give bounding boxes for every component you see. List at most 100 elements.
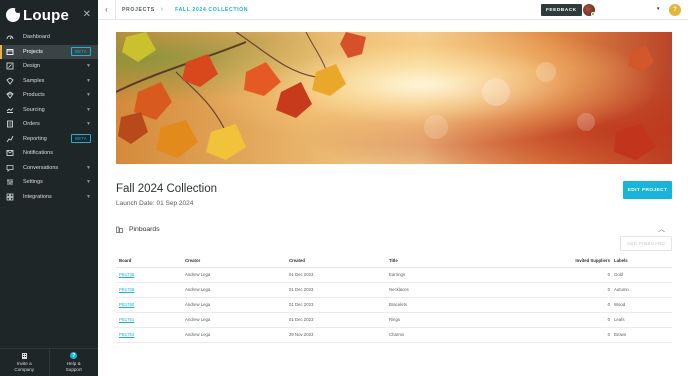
- sidebar-item-label: Reporting: [23, 135, 47, 142]
- labels-cell: Wood: [614, 297, 672, 313]
- caret-down-icon[interactable]: ▼: [656, 6, 660, 11]
- column-header-labels[interactable]: Labels: [614, 255, 672, 268]
- sidebar-item-products[interactable]: Products ▼: [0, 88, 98, 103]
- invited-suppliers-cell: 0: [504, 312, 614, 328]
- created-cell: 01 Dec 2023: [289, 297, 389, 313]
- table-header-row: Board Creator Created Title Invited Supp…: [116, 255, 672, 268]
- sidebar-item-label: Settings: [23, 179, 43, 186]
- sidebar-item-samples[interactable]: Samples ▼: [0, 74, 98, 89]
- feedback-button[interactable]: FEEDBACK: [541, 4, 582, 16]
- sidebar-item-label: Orders: [23, 121, 40, 128]
- invited-suppliers-cell: 0: [504, 297, 614, 313]
- breadcrumb-current: FALL 2024 COLLECTION: [175, 6, 249, 13]
- sidebar-item-integrations[interactable]: Integrations ▼: [0, 190, 98, 205]
- board-id[interactable]: PB1754: [116, 327, 185, 343]
- back-chevron-icon[interactable]: ‹: [98, 0, 116, 20]
- sidebar-item-projects[interactable]: Projects BETA: [0, 44, 98, 59]
- creator-cell: Andrew Lega: [185, 312, 289, 328]
- edit-project-button[interactable]: EDIT PROJECT: [623, 181, 672, 199]
- sidebar-item-label: Conversations: [23, 164, 59, 171]
- products-icon: [6, 91, 14, 99]
- add-pinboard-button[interactable]: ADD PINBOARD: [620, 236, 672, 251]
- sidebar-item-orders[interactable]: Orders ▼: [0, 117, 98, 132]
- breadcrumb-separator-icon: ›: [160, 6, 164, 13]
- board-id[interactable]: PB1761: [116, 312, 185, 328]
- creator-cell: Andrew Lega: [185, 282, 289, 298]
- chevron-up-icon[interactable]: ︿: [658, 224, 665, 234]
- invite-company-button[interactable]: Invite a Company: [0, 349, 49, 376]
- beta-badge: BETA: [71, 47, 91, 57]
- notifications-icon: [6, 149, 14, 157]
- orders-icon: [6, 120, 14, 128]
- sidebar-item-settings[interactable]: Settings ▼: [0, 175, 98, 190]
- title-cell: Bracelets: [389, 297, 504, 313]
- pinboards-table: Board Creator Created Title Invited Supp…: [116, 255, 672, 343]
- help-icon: ?: [70, 352, 78, 360]
- sidebar-item-notifications[interactable]: Notifications: [0, 146, 98, 161]
- sidebar-item-label: Projects: [23, 48, 43, 55]
- beta-badge: BETA: [71, 134, 91, 144]
- projects-icon: [6, 48, 14, 56]
- sourcing-icon: [6, 106, 14, 114]
- sidebar-item-design[interactable]: Design ▼: [0, 59, 98, 74]
- pinboards-header[interactable]: Pinboards: [116, 226, 160, 233]
- board-link[interactable]: PB1761: [119, 317, 134, 322]
- project-banner-image: [116, 32, 672, 164]
- design-icon: [6, 62, 14, 70]
- table-row[interactable]: PB1754 Andrew Lega 29 Nov 2023 Charms 0 …: [116, 327, 672, 343]
- labels-cell: Gold: [614, 267, 672, 283]
- sidebar-item-label: Sourcing: [23, 106, 45, 113]
- created-cell: 29 Nov 2023: [289, 327, 389, 343]
- chevron-down-icon: ▼: [86, 193, 91, 200]
- board-id[interactable]: PB1738: [116, 267, 185, 283]
- help-support-button[interactable]: ? Help & Support: [48, 349, 99, 376]
- column-header-invited-suppliers[interactable]: Invited Suppliers: [504, 255, 614, 268]
- board-link[interactable]: PB1754: [119, 332, 134, 337]
- title-cell: Earrings: [389, 267, 504, 283]
- invited-suppliers-cell: 0: [504, 282, 614, 298]
- chevron-down-icon: ▼: [86, 92, 91, 99]
- board-id[interactable]: PB1758: [116, 282, 185, 298]
- chevron-down-icon: ▼: [86, 77, 91, 84]
- sidebar-item-label: Products: [23, 92, 45, 99]
- chevron-down-icon: ▼: [86, 63, 91, 70]
- sidebar-item-label: Dashboard: [23, 34, 50, 41]
- close-icon[interactable]: ✕: [83, 9, 91, 20]
- table-row[interactable]: PB1761 Andrew Lega 01 Dec 2023 Rings 0 L…: [116, 312, 672, 328]
- sidebar-item-conversations[interactable]: Conversations ▼: [0, 161, 98, 176]
- column-header-created[interactable]: Created: [289, 255, 389, 268]
- sidebar-item-label: Design: [23, 63, 41, 70]
- creator-cell: Andrew Lega: [185, 327, 289, 343]
- column-header-title[interactable]: Title: [389, 255, 504, 268]
- sidebar-item-label: Samples: [23, 77, 45, 84]
- pinboards-title: Pinboards: [129, 226, 160, 233]
- sidebar-item-sourcing[interactable]: Sourcing ▼: [0, 103, 98, 118]
- creator-cell: Andrew Lega: [185, 297, 289, 313]
- chevron-down-icon: ▼: [86, 106, 91, 113]
- board-link[interactable]: PB1758: [119, 287, 134, 292]
- board-link[interactable]: PB1738: [119, 272, 134, 277]
- created-cell: 01 Dec 2023: [289, 267, 389, 283]
- user-menu-button[interactable]: ?: [669, 4, 681, 16]
- topbar: ‹ PROJECTS › FALL 2024 COLLECTION FEEDBA…: [98, 0, 688, 20]
- column-header-board[interactable]: Board: [116, 255, 185, 268]
- sidebar-item-dashboard[interactable]: Dashboard: [0, 30, 98, 45]
- title-cell: Charms: [389, 327, 504, 343]
- table-row[interactable]: PB1738 Andrew Lega 01 Dec 2023 Earrings …: [116, 267, 672, 283]
- board-id[interactable]: PB1760: [116, 297, 185, 313]
- conversations-icon: [6, 164, 14, 172]
- chevron-down-icon: ▼: [86, 179, 91, 186]
- labels-cell: Autumn: [614, 282, 672, 298]
- launch-date: Launch Date: 01 Sep 2024: [116, 200, 194, 207]
- breadcrumb-projects[interactable]: PROJECTS: [122, 7, 155, 13]
- table-row[interactable]: PB1758 Andrew Lega 01 Dec 2023 Necklaces…: [116, 282, 672, 298]
- integrations-icon: [6, 193, 14, 201]
- samples-icon: [6, 77, 14, 85]
- logo-text: Loupe: [23, 6, 69, 24]
- column-header-creator[interactable]: Creator: [185, 255, 289, 268]
- board-link[interactable]: PB1760: [119, 302, 134, 307]
- labels-cell: Brown: [614, 327, 672, 343]
- table-row[interactable]: PB1760 Andrew Lega 01 Dec 2023 Bracelets…: [116, 297, 672, 313]
- sidebar-item-reporting[interactable]: Reporting BETA: [0, 132, 98, 147]
- sidebar-item-label: Integrations: [23, 193, 52, 200]
